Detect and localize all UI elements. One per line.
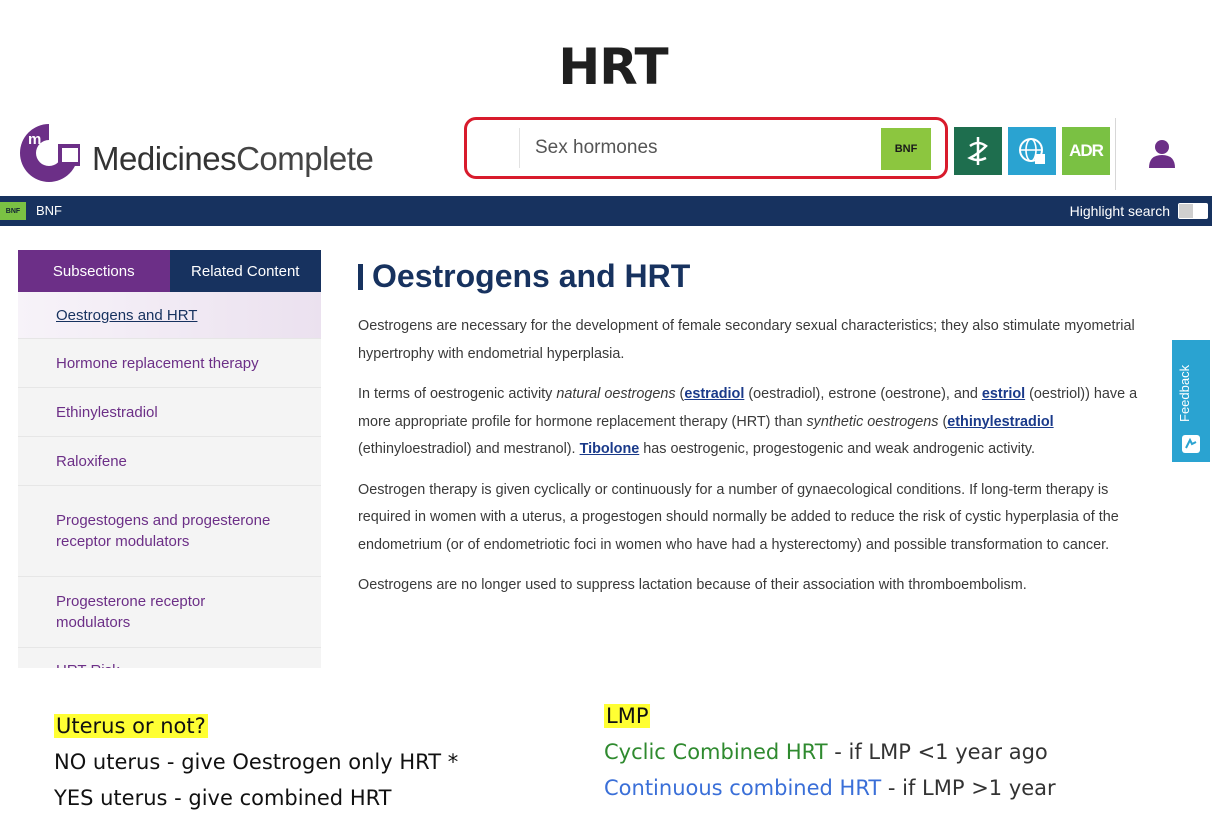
resource-toolbar: ADR xyxy=(954,127,1110,175)
sidebar-item-progestogens[interactable]: Progestogens and progesterone receptor m… xyxy=(18,486,321,577)
sidebar-item-progesterone-receptor-modulators[interactable]: Progesterone receptor modulators xyxy=(18,577,321,648)
martindale-tool-button[interactable] xyxy=(1008,127,1056,175)
paragraph-3: Oestrogen therapy is given cyclically or… xyxy=(358,481,1119,553)
subsections-list: Oestrogens and HRT Hormone replacement t… xyxy=(18,292,321,668)
link-estradiol[interactable]: estradiol xyxy=(684,386,744,402)
page-title: Oestrogens and HRT xyxy=(358,258,1148,295)
svg-text:m: m xyxy=(28,131,41,148)
adr-tool-button[interactable]: ADR xyxy=(1062,127,1110,175)
nav-bnf-link[interactable]: BNF xyxy=(36,203,62,218)
feedback-icon xyxy=(1182,435,1200,453)
link-tibolone[interactable]: Tibolone xyxy=(580,441,640,457)
paragraph-4: Oestrogens are no longer used to suppres… xyxy=(358,577,1027,593)
uterus-heading: Uterus or not? xyxy=(54,714,208,738)
sidebar-item-ethinylestradiol[interactable]: Ethinylestradiol xyxy=(18,388,321,437)
yes-uterus-note: YES uterus - give combined HRT xyxy=(54,786,392,810)
sidebar-item-hormone-replacement-therapy[interactable]: Hormone replacement therapy xyxy=(18,339,321,388)
cyclic-condition: - if LMP <1 year ago xyxy=(827,740,1048,764)
link-estriol[interactable]: estriol xyxy=(982,386,1025,402)
notes-lmp: LMP Cyclic Combined HRT - if LMP <1 year… xyxy=(604,698,1056,806)
paragraph-2: In terms of oestrogenic activity natural… xyxy=(358,386,1138,457)
tab-related-content[interactable]: Related Content xyxy=(169,250,321,292)
feedback-tab[interactable]: Feedback xyxy=(1172,340,1210,462)
lmp-heading: LMP xyxy=(604,704,651,728)
heading-accent-bar xyxy=(358,263,363,290)
slide-title: HRT xyxy=(558,38,668,96)
mc-logo-icon: m xyxy=(20,124,80,182)
continuous-term: Continuous combined HRT xyxy=(604,776,882,800)
bnf-search-button[interactable]: BNF xyxy=(881,128,931,170)
cyclic-note: Cyclic Combined HRT - if LMP <1 year ago xyxy=(604,734,1056,770)
article-content: Oestrogens and HRT Oestrogens are necess… xyxy=(358,258,1148,613)
highlight-search-toggle[interactable] xyxy=(1178,203,1208,219)
sidebar-tabs: Subsections Related Content xyxy=(18,250,321,292)
header-divider xyxy=(1115,118,1116,190)
logo-text: MedicinesComplete xyxy=(92,140,374,177)
continuous-condition: - if LMP >1 year xyxy=(881,776,1056,800)
page-title-text: Oestrogens and HRT xyxy=(372,258,691,294)
search-divider xyxy=(519,128,520,168)
subsections-sidebar: Subsections Related Content Oestrogens a… xyxy=(18,250,321,668)
cyclic-term: Cyclic Combined HRT xyxy=(604,740,828,764)
continuous-note: Continuous combined HRT - if LMP >1 year xyxy=(604,770,1056,806)
globe-book-icon xyxy=(1019,138,1045,164)
user-account-icon[interactable] xyxy=(1148,138,1176,168)
interactions-tool-button[interactable] xyxy=(954,127,1002,175)
bnf-badge: BNF xyxy=(0,202,26,220)
search-input[interactable] xyxy=(523,130,883,166)
link-ethinylestradiol[interactable]: ethinylestradiol xyxy=(947,414,1053,430)
bnf-navigation-bar: BNF BNF Highlight search xyxy=(0,196,1212,226)
medicines-complete-logo[interactable]: m MedicinesComplete xyxy=(18,122,378,184)
sidebar-item-oestrogens-and-hrt[interactable]: Oestrogens and HRT xyxy=(18,292,321,339)
no-uterus-note: NO uterus - give Oestrogen only HRT * xyxy=(54,750,459,774)
interactions-icon xyxy=(967,137,988,165)
tab-subsections[interactable]: Subsections xyxy=(18,250,170,292)
paragraph-1: Oestrogens are necessary for the develop… xyxy=(358,318,1135,362)
search-box-highlight: BNF xyxy=(464,117,948,179)
highlight-search-label: Highlight search xyxy=(1069,203,1170,219)
notes-uterus: Uterus or not? NO uterus - give Oestroge… xyxy=(54,708,458,816)
feedback-label: Feedback xyxy=(1177,364,1192,422)
sidebar-item-hrt-risk[interactable]: HRT Risk xyxy=(18,648,321,668)
content-fade xyxy=(340,652,1170,682)
sidebar-item-raloxifene[interactable]: Raloxifene xyxy=(18,437,321,486)
toggle-knob xyxy=(1179,204,1193,218)
